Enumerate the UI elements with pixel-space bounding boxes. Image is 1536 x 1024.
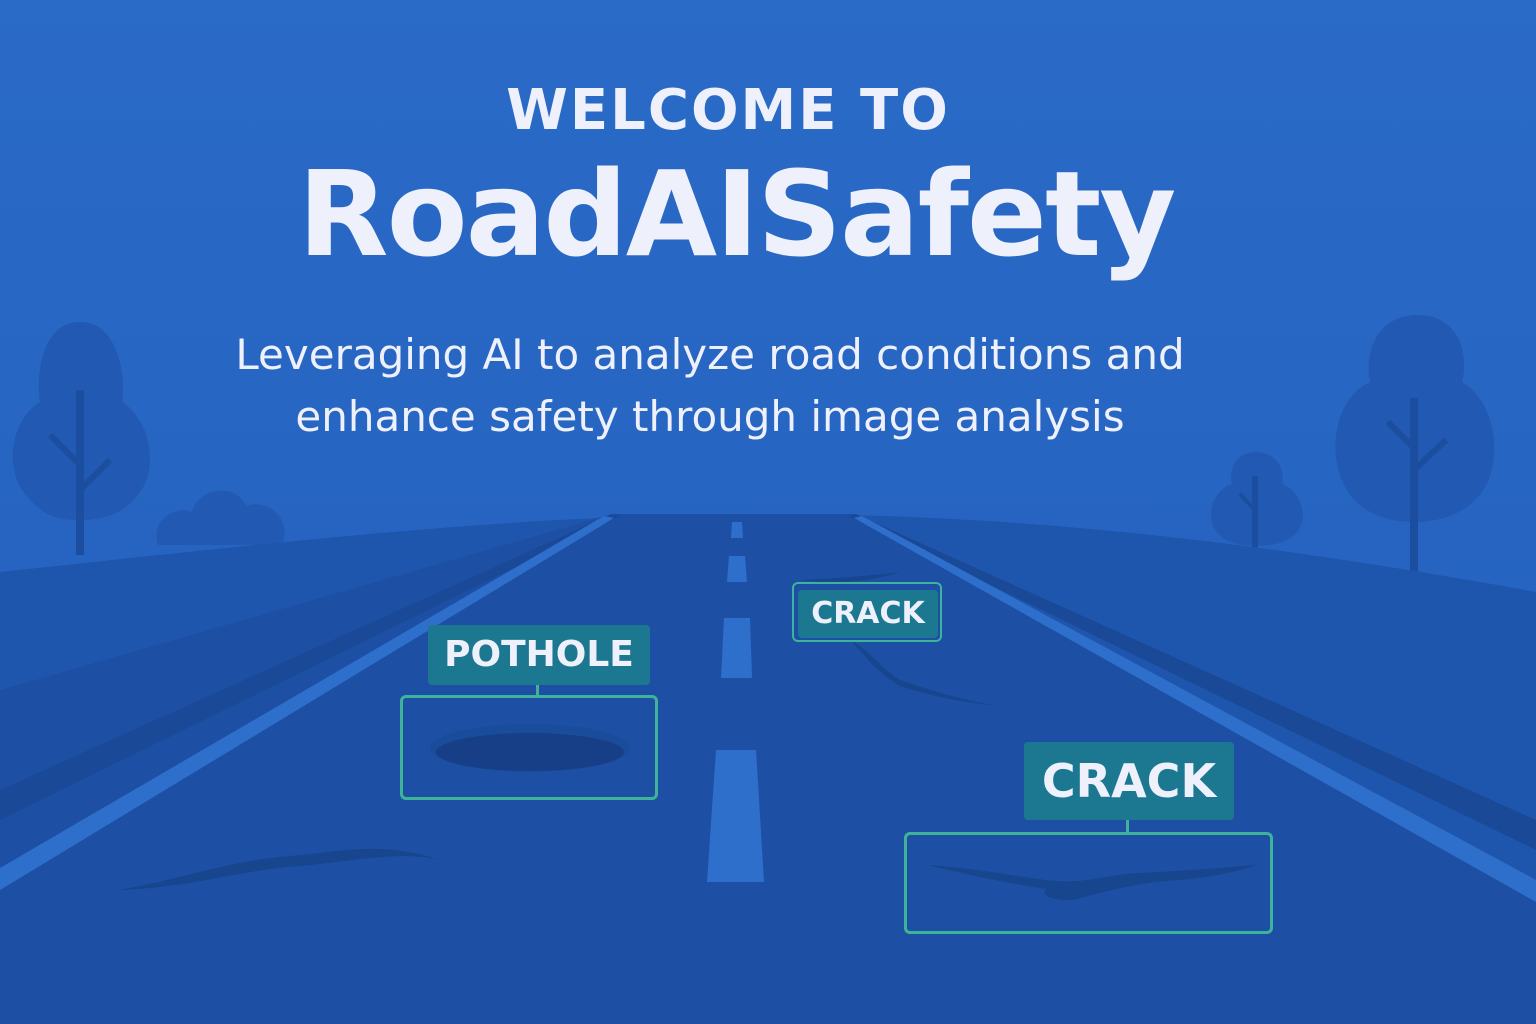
tree-icon <box>12 322 150 555</box>
detection-box-crack-large <box>904 832 1273 934</box>
page-title: RoadAISafety <box>297 145 1177 283</box>
welcome-eyebrow: WELCOME TO <box>506 78 950 143</box>
detection-label-crack-large: CRACK <box>1024 742 1234 820</box>
tree-icon <box>1335 315 1495 574</box>
detection-label-pothole: POTHOLE <box>428 625 650 685</box>
detection-box-pothole <box>400 695 658 800</box>
detection-label-crack-small: CRACK <box>798 590 938 638</box>
hero-subtitle: Leveraging AI to analyze road conditions… <box>235 330 1185 441</box>
hero-scene: WELCOME TO RoadAISafety Leveraging AI to… <box>0 0 1536 1024</box>
tree-icon <box>1210 452 1303 548</box>
bush-icon <box>156 490 285 545</box>
crack-icon <box>927 865 1257 901</box>
